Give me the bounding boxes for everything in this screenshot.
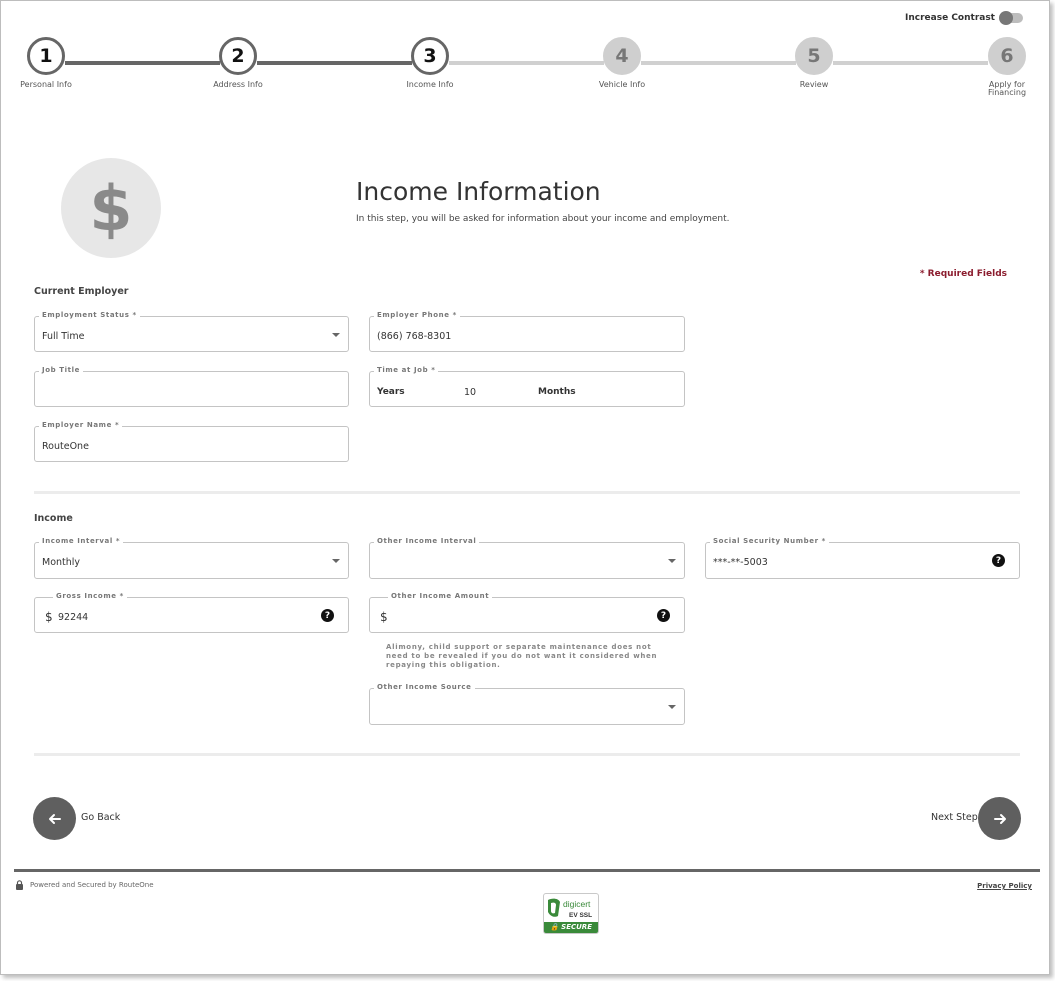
dollar-glyph: $ bbox=[89, 171, 133, 245]
section-title-current-employer: Current Employer bbox=[34, 286, 129, 297]
other-income-interval-select[interactable]: Other Income Interval bbox=[369, 537, 685, 579]
seal-status-text: SECURE bbox=[561, 923, 592, 931]
toggle-knob bbox=[999, 11, 1013, 25]
field-label: Income Interval * bbox=[39, 537, 124, 545]
increase-contrast-control[interactable]: Increase Contrast bbox=[905, 11, 1023, 25]
chevron-down-icon bbox=[668, 559, 676, 563]
currency-symbol: $ bbox=[45, 610, 53, 624]
digicert-logo: digicert EV SSL bbox=[548, 898, 592, 919]
help-icon[interactable]: ? bbox=[657, 609, 670, 622]
arrow-right-icon bbox=[993, 813, 1006, 824]
employer-phone-field[interactable]: Employer Phone * (866) 768-8301 bbox=[369, 311, 685, 352]
step-number: 5 bbox=[795, 37, 833, 75]
next-step-button[interactable] bbox=[978, 797, 1021, 840]
alimony-disclaimer: Alimony, child support or separate maint… bbox=[386, 643, 658, 669]
time-at-job-field[interactable]: Time at Job * Years 10 Months bbox=[369, 366, 685, 407]
increase-contrast-toggle[interactable] bbox=[999, 11, 1023, 25]
footer-divider bbox=[14, 869, 1040, 872]
powered-by: Powered and Secured by RouteOne bbox=[15, 880, 154, 890]
field-label: Employer Name * bbox=[39, 421, 123, 429]
step-number: 4 bbox=[603, 37, 641, 75]
step-number: 2 bbox=[219, 37, 257, 75]
job-title-field[interactable]: Job Title bbox=[34, 366, 349, 407]
section-title-income: Income bbox=[34, 513, 73, 524]
seal-status: 🔒 SECURE bbox=[544, 922, 598, 933]
help-icon[interactable]: ? bbox=[992, 554, 1005, 567]
step-review: 5 Review bbox=[764, 37, 864, 89]
privacy-policy-link[interactable]: Privacy Policy bbox=[977, 882, 1032, 890]
employer-name-field[interactable]: Employer Name * RouteOne bbox=[34, 421, 349, 462]
field-label: Employment Status * bbox=[39, 311, 140, 319]
other-income-source-select[interactable]: Other Income Source bbox=[369, 683, 685, 725]
months-label: Months bbox=[538, 387, 576, 397]
field-value: Full Time bbox=[42, 331, 85, 342]
step-label: Apply for Financing bbox=[987, 80, 1027, 97]
field-label: Gross Income * bbox=[53, 592, 127, 600]
chevron-down-icon bbox=[332, 333, 340, 337]
section-divider bbox=[34, 491, 1020, 494]
field-label: Other Income Amount bbox=[388, 592, 493, 600]
ssn-field[interactable]: Social Security Number * ***-**-5003 ? bbox=[705, 537, 1020, 579]
field-label: Other Income Source bbox=[374, 683, 475, 691]
seal-type: EV SSL bbox=[569, 912, 592, 919]
years-label: Years bbox=[377, 387, 405, 397]
field-value: (866) 768-8301 bbox=[377, 331, 452, 342]
step-number: 1 bbox=[27, 37, 65, 75]
field-value: 92244 bbox=[58, 612, 89, 623]
step-label: Vehicle Info bbox=[598, 80, 646, 89]
step-address-info[interactable]: 2 Address Info bbox=[188, 37, 288, 89]
step-label: Address Info bbox=[213, 80, 263, 89]
field-value: ***-**-5003 bbox=[713, 557, 768, 568]
step-number: 6 bbox=[988, 37, 1026, 75]
field-label: Social Security Number * bbox=[710, 537, 829, 545]
step-number: 3 bbox=[411, 37, 449, 75]
field-value: Monthly bbox=[42, 557, 81, 568]
dollar-icon: $ bbox=[61, 158, 161, 258]
go-back-label[interactable]: Go Back bbox=[81, 812, 120, 823]
page-title: Income Information bbox=[356, 177, 601, 206]
chevron-down-icon bbox=[668, 705, 676, 709]
required-fields-note: * Required Fields bbox=[919, 269, 1007, 279]
arrow-left-icon bbox=[48, 813, 61, 824]
section-divider bbox=[34, 753, 1020, 756]
field-value: RouteOne bbox=[42, 441, 89, 452]
page-subtitle: In this step, you will be asked for info… bbox=[356, 214, 730, 224]
step-vehicle-info: 4 Vehicle Info bbox=[572, 37, 672, 89]
step-personal-info[interactable]: 1 Personal Info bbox=[0, 37, 96, 89]
next-step-label[interactable]: Next Step bbox=[931, 812, 978, 823]
field-label: Job Title bbox=[39, 366, 83, 374]
help-icon[interactable]: ? bbox=[321, 609, 334, 622]
gross-income-field[interactable]: Gross Income * $ 92244 ? bbox=[34, 592, 349, 633]
step-label: Income Info bbox=[406, 80, 454, 89]
other-income-amount-field[interactable]: Other Income Amount $ ? bbox=[369, 592, 685, 633]
years-input[interactable]: 10 bbox=[464, 387, 476, 398]
field-label: Employer Phone * bbox=[374, 311, 460, 319]
step-label: Review bbox=[799, 80, 829, 89]
employment-status-select[interactable]: Employment Status * Full Time bbox=[34, 311, 349, 352]
step-label: Personal Info bbox=[20, 80, 72, 89]
digicert-ssl-seal[interactable]: digicert EV SSL 🔒 SECURE bbox=[543, 893, 599, 934]
powered-by-text: Powered and Secured by RouteOne bbox=[30, 881, 154, 889]
seal-brand: digicert bbox=[563, 899, 591, 909]
income-interval-select[interactable]: Income Interval * Monthly bbox=[34, 537, 349, 579]
increase-contrast-label: Increase Contrast bbox=[905, 13, 995, 23]
progress-stepper: 1 Personal Info 2 Address Info 3 Income … bbox=[1, 37, 1049, 107]
go-back-button[interactable] bbox=[33, 797, 76, 840]
lock-icon bbox=[16, 880, 23, 890]
app-frame: Increase Contrast 1 Personal Info 2 Addr… bbox=[0, 0, 1050, 975]
step-apply-for-financing: 6 Apply for Financing bbox=[957, 37, 1055, 97]
chevron-down-icon bbox=[332, 559, 340, 563]
field-label: Time at Job * bbox=[374, 366, 439, 374]
currency-symbol: $ bbox=[380, 610, 388, 624]
step-income-info[interactable]: 3 Income Info bbox=[380, 37, 480, 89]
field-label: Other Income Interval bbox=[374, 537, 480, 545]
